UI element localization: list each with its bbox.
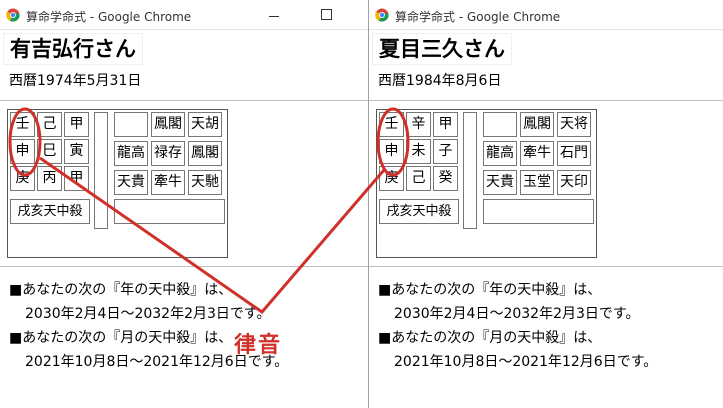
browser-window-left: 算命学命式 - Google Chrome 有吉弘行さん 西暦1974年5月31… xyxy=(0,0,368,408)
tenchusatsu-info: ■あなたの次の『年の天中殺』は、 2030年2月4日～2032年2月3日です。 … xyxy=(9,278,288,374)
pillar-cell: 申 xyxy=(10,139,35,164)
pillar-cell: 申 xyxy=(379,139,404,164)
info-line: ■あなたの次の『年の天中殺』は、 xyxy=(378,282,602,298)
pillar-cell: 辛 xyxy=(406,112,431,137)
info-line: ■あなたの次の『年の天中殺』は、 xyxy=(9,282,233,298)
chart-empty-cell xyxy=(483,199,594,224)
tenchusatsu-info: ■あなたの次の『年の天中殺』は、 2030年2月4日～2032年2月3日です。 … xyxy=(378,278,657,374)
browser-window-right: 算命学命式 - Google Chrome 夏目三久さん 西暦1984年8月6日… xyxy=(369,0,723,408)
star-cell: 鳳閣 xyxy=(520,112,554,137)
ritsuin-annotation-label: 律音 xyxy=(234,332,283,358)
star-cell: 玉堂 xyxy=(520,170,554,195)
star-cell: 禄存 xyxy=(151,141,185,166)
star-cell: 天胡 xyxy=(188,112,222,137)
star-cell: 天印 xyxy=(557,170,591,195)
star-cell: 牽牛 xyxy=(151,170,185,195)
tenchusatsu-label: 戌亥天中殺 xyxy=(379,199,459,224)
divider xyxy=(0,100,368,101)
pillar-cell: 甲 xyxy=(433,112,458,137)
pillar-cell: 壬 xyxy=(10,112,35,137)
minimize-button[interactable] xyxy=(263,9,289,23)
meishiki-chart: 壬 辛 甲 申 未 子 庚 己 癸 戌亥天中殺 鳳閣 天将 龍高 牽牛 石門 天… xyxy=(376,109,597,258)
info-line: 2030年2月4日～2032年2月3日です。 xyxy=(394,306,640,322)
star-cell: 天貴 xyxy=(483,170,517,195)
window-title: 算命学命式 - Google Chrome xyxy=(26,10,192,24)
tenchusatsu-label: 戌亥天中殺 xyxy=(10,199,90,224)
birth-date: 西暦1974年5月31日 xyxy=(9,73,142,89)
star-cell: 龍高 xyxy=(483,141,517,166)
star-cell: 石門 xyxy=(557,141,591,166)
birth-date: 西暦1984年8月6日 xyxy=(378,73,502,89)
star-cell: 天将 xyxy=(557,112,591,137)
person-name: 有吉弘行さん xyxy=(4,34,142,64)
star-cell: 天馳 xyxy=(188,170,222,195)
chrome-icon xyxy=(375,8,389,22)
info-line: 2021年10月8日～2021年12月6日です。 xyxy=(394,354,658,370)
divider xyxy=(0,266,368,267)
pillar-cell: 己 xyxy=(37,112,62,137)
star-cell: 天貴 xyxy=(114,170,148,195)
pillar-cell: 子 xyxy=(433,139,458,164)
info-line: 2030年2月4日～2032年2月3日です。 xyxy=(25,306,271,322)
star-cell xyxy=(483,112,517,137)
meishiki-chart: 壬 己 甲 申 巳 寅 庚 丙 甲 戌亥天中殺 鳳閣 天胡 龍高 禄存 鳳閣 天… xyxy=(7,109,228,258)
star-cell xyxy=(114,112,148,137)
divider xyxy=(369,266,723,267)
chrome-icon xyxy=(6,8,20,22)
maximize-button[interactable] xyxy=(320,8,332,20)
pillar-cell: 未 xyxy=(406,139,431,164)
pillar-cell: 壬 xyxy=(379,112,404,137)
info-line: ■あなたの次の『月の天中殺』は、 xyxy=(378,330,602,346)
chart-spacer xyxy=(94,112,108,229)
pillar-cell: 寅 xyxy=(64,139,89,164)
star-cell: 鳳閣 xyxy=(151,112,185,137)
title-bar[interactable]: 算命学命式 - Google Chrome xyxy=(369,0,723,30)
star-cell: 龍高 xyxy=(114,141,148,166)
star-cell: 牽牛 xyxy=(520,141,554,166)
chart-empty-cell xyxy=(114,199,225,224)
pillar-cell: 己 xyxy=(406,166,431,191)
pillar-cell: 癸 xyxy=(433,166,458,191)
pillar-cell: 庚 xyxy=(379,166,404,191)
person-name: 夏目三久さん xyxy=(373,34,511,64)
chart-spacer xyxy=(463,112,477,229)
pillar-cell: 甲 xyxy=(64,112,89,137)
pillar-cell: 丙 xyxy=(37,166,62,191)
window-title: 算命学命式 - Google Chrome xyxy=(395,10,561,24)
pillar-cell: 巳 xyxy=(37,139,62,164)
star-cell: 鳳閣 xyxy=(188,141,222,166)
pillar-cell: 甲 xyxy=(64,166,89,191)
divider xyxy=(369,100,723,101)
pillar-cell: 庚 xyxy=(10,166,35,191)
title-bar[interactable]: 算命学命式 - Google Chrome xyxy=(0,0,368,30)
